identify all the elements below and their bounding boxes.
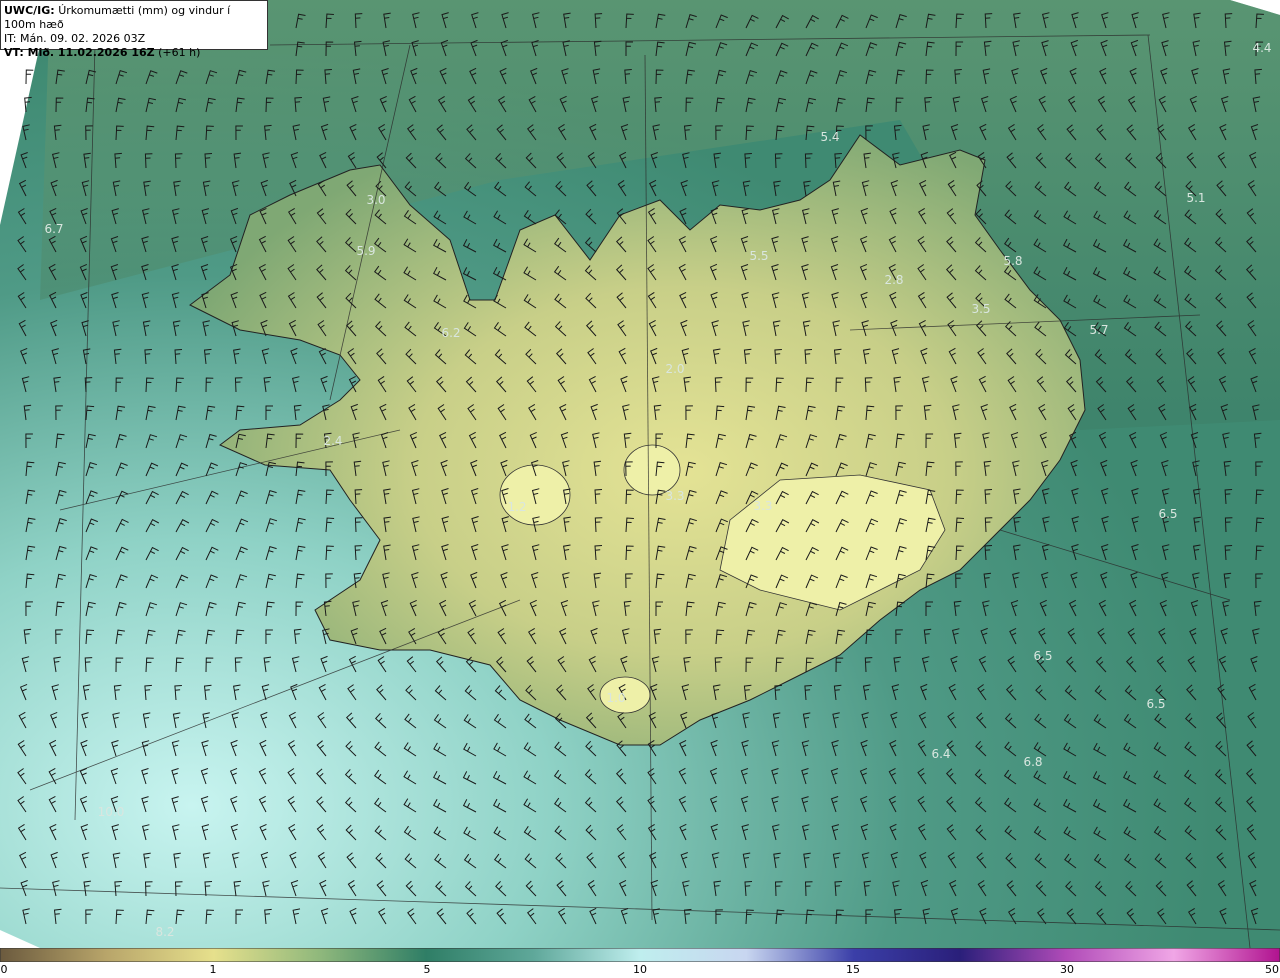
- map-canvas: [0, 0, 1280, 949]
- precip-value-label: 6.5: [1033, 649, 1053, 663]
- precip-value-label: 3.3: [665, 489, 685, 503]
- precip-value-label: 6.4: [931, 747, 951, 761]
- precip-value-label: 5.1: [1186, 191, 1206, 205]
- precip-value-label: 6.5: [1158, 507, 1178, 521]
- precip-value-label: 5.8: [1003, 254, 1023, 268]
- colorbar-tick-label: 30: [1060, 963, 1074, 976]
- colorbar-tick-label: 10: [633, 963, 647, 976]
- colorbar-tick-label: 5: [423, 963, 431, 976]
- colorbar-tick-label: 1: [209, 963, 217, 976]
- precip-value-label: 1.2: [507, 500, 527, 514]
- precip-value-label: 2.8: [884, 273, 904, 287]
- precip-value-label: 6.7: [44, 222, 64, 236]
- product-label: UWC/IG:: [4, 4, 55, 17]
- precip-value-label: 5.5: [749, 249, 769, 263]
- precip-value-label: 5.4: [820, 130, 840, 144]
- precip-value-label: 6.2: [441, 326, 461, 340]
- valid-time: VT: Mið. 11.02.2026 16Z: [4, 46, 155, 59]
- forecast-hour: (+61 h): [158, 46, 201, 59]
- precip-value-label: 3.0: [366, 193, 386, 207]
- colorbar-gradient: [0, 948, 1280, 962]
- precip-value-label: 6.5: [1146, 697, 1166, 711]
- precip-value-label: 5.7: [1089, 323, 1109, 337]
- precip-value-label: 10.0: [97, 805, 125, 819]
- init-time: IT: Mán. 09. 02. 2026 03Z: [4, 32, 146, 45]
- precip-value-label: 3.5: [971, 302, 991, 316]
- colorbar-tick-label: 15: [846, 963, 860, 976]
- precip-value-label: 5.9: [356, 244, 376, 258]
- precip-value-label: 3.3: [753, 499, 773, 513]
- precip-value-label: 1.0: [606, 691, 626, 705]
- precip-value-label: 6.8: [1023, 755, 1043, 769]
- colorbar-tick-label: 50: [1265, 963, 1279, 976]
- colorbar: [0, 948, 1280, 962]
- title-box: UWC/IG: Úrkomumætti (mm) og vindur í 100…: [0, 0, 268, 59]
- weather-map: UWC/IG: Úrkomumætti (mm) og vindur í 100…: [0, 0, 1280, 978]
- precip-value-label: 4.4: [1252, 41, 1272, 55]
- precip-value-label: 8.2: [155, 925, 175, 939]
- colorbar-tick-label: 0: [0, 963, 8, 976]
- precip-value-label: 2.0: [665, 362, 685, 376]
- hofsjokull: [623, 444, 681, 496]
- precip-value-label: 2.4: [323, 434, 343, 448]
